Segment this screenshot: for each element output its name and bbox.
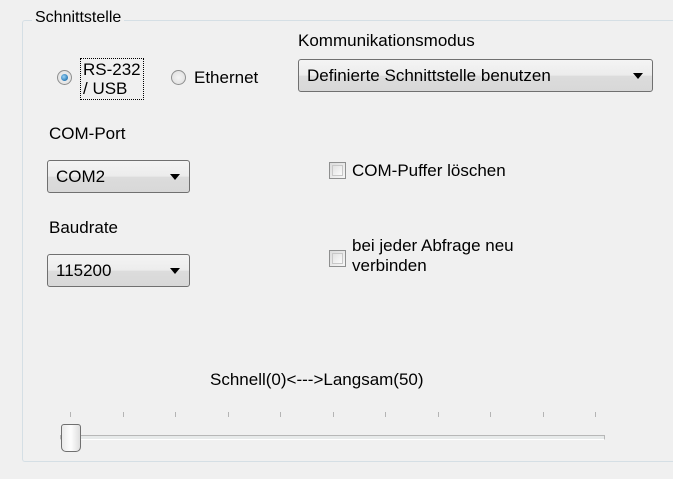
slider-tick xyxy=(490,412,491,417)
clear-buffer-checkbox[interactable] xyxy=(329,162,346,179)
rs232-usb-label[interactable]: RS-232 / USB xyxy=(80,58,144,100)
baudrate-dropdown[interactable]: 115200 xyxy=(47,254,190,287)
baudrate-value: 115200 xyxy=(56,261,112,280)
chevron-down-icon xyxy=(633,73,643,79)
rs232-label-line1: RS-232 xyxy=(83,60,141,79)
ethernet-radio[interactable] xyxy=(171,70,186,85)
groupbox-title: Schnittstelle xyxy=(32,9,125,27)
reconnect-label-line1: bei jeder Abfrage neu xyxy=(352,236,514,255)
speed-slider-thumb[interactable] xyxy=(61,424,81,452)
reconnect-label-line2: verbinden xyxy=(352,256,427,275)
slider-tick xyxy=(595,412,596,417)
slider-tick xyxy=(385,412,386,417)
speed-slider-track[interactable] xyxy=(60,435,605,440)
slider-tick xyxy=(280,412,281,417)
slider-tick xyxy=(122,412,124,417)
chevron-down-icon xyxy=(170,174,180,180)
comm-mode-label: Kommunikationsmodus xyxy=(298,31,475,50)
clear-buffer-label[interactable]: COM-Puffer löschen xyxy=(352,161,506,181)
reconnect-checkbox[interactable] xyxy=(329,250,346,267)
slider-tick xyxy=(542,412,544,417)
rs232-usb-radio[interactable] xyxy=(57,70,72,85)
ethernet-label[interactable]: Ethernet xyxy=(194,68,258,88)
slider-tick xyxy=(70,412,71,417)
slider-tick xyxy=(175,412,176,417)
com-port-value: COM2 xyxy=(56,167,106,186)
baudrate-label: Baudrate xyxy=(49,218,118,237)
slider-tick xyxy=(437,412,439,417)
speed-label: Schnell(0)<--->Langsam(50) xyxy=(210,370,424,389)
comm-mode-value: Definierte Schnittstelle benutzen xyxy=(307,66,551,85)
chevron-down-icon xyxy=(170,268,180,274)
slider-tick xyxy=(332,412,334,417)
slider-tick xyxy=(227,412,229,417)
com-port-dropdown[interactable]: COM2 xyxy=(47,160,190,193)
com-port-label: COM-Port xyxy=(49,124,126,143)
rs232-label-line2: / USB xyxy=(83,79,128,98)
comm-mode-dropdown[interactable]: Definierte Schnittstelle benutzen xyxy=(298,59,653,92)
reconnect-label[interactable]: bei jeder Abfrage neu verbinden xyxy=(352,236,514,276)
